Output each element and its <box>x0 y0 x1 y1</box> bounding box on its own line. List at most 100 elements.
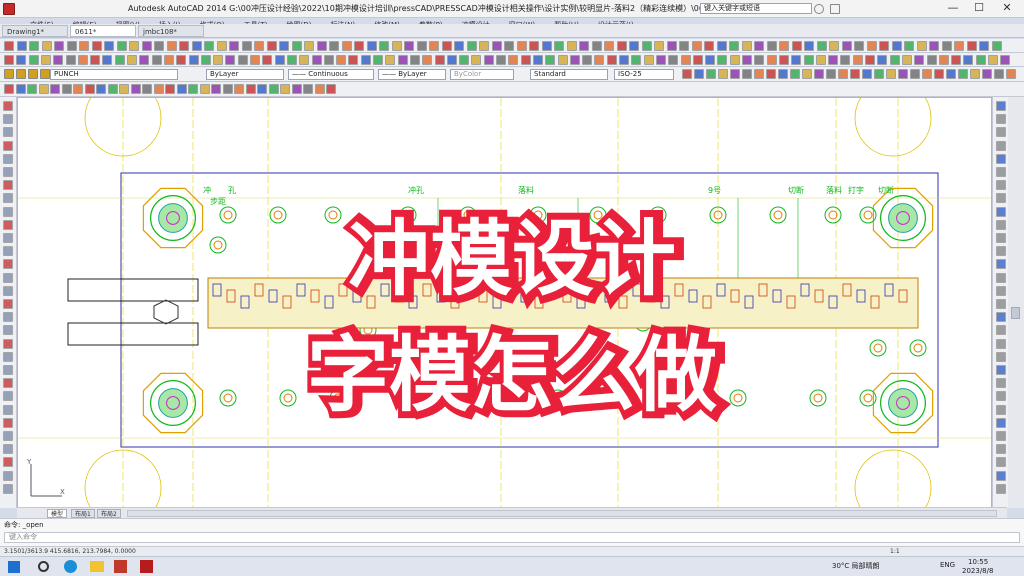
toolbar-tool-icon[interactable] <box>326 84 336 94</box>
side-tool-icon[interactable] <box>3 167 13 177</box>
toolbar-tool-icon[interactable] <box>582 55 593 65</box>
toolbar-tool-icon[interactable] <box>877 55 888 65</box>
toolbar-tool-icon[interactable] <box>838 69 848 79</box>
side-tool-icon[interactable] <box>996 167 1006 177</box>
toolbar-tool-icon[interactable] <box>96 84 106 94</box>
tab-model[interactable]: 模型 <box>47 509 68 518</box>
toolbar-tool-icon[interactable] <box>529 41 539 51</box>
toolbar-tool-icon[interactable] <box>1000 55 1011 65</box>
side-tool-icon[interactable] <box>996 470 1006 481</box>
side-tool-icon[interactable] <box>996 114 1006 125</box>
toolbar-tool-icon[interactable] <box>102 55 113 65</box>
toolbar-tool-icon[interactable] <box>176 84 187 94</box>
toolbar-tool-icon[interactable] <box>107 84 118 94</box>
side-tool-icon[interactable] <box>3 378 13 389</box>
layer-combo[interactable]: PUNCH <box>50 69 178 80</box>
toolbar-tool-icon[interactable] <box>323 55 334 65</box>
toolbar-tool-icon[interactable] <box>379 41 389 51</box>
lineweight-combo[interactable]: —— ByLayer <box>378 69 446 80</box>
toolbar-tool-icon[interactable] <box>262 55 273 65</box>
toolbar-tool-icon[interactable] <box>496 55 506 65</box>
toolbar-tool-icon[interactable] <box>27 84 37 94</box>
toolbar-tool-icon[interactable] <box>77 55 88 65</box>
toolbar-tool-icon[interactable] <box>216 41 227 51</box>
toolbar-tool-icon[interactable] <box>225 55 236 65</box>
toolbar-tool-icon[interactable] <box>280 84 290 94</box>
toolbar-tool-icon[interactable] <box>854 41 864 51</box>
toolbar-tool-icon[interactable] <box>154 41 164 51</box>
toolbar-tool-icon[interactable] <box>946 69 956 79</box>
tab-jmbc108[interactable]: jmbc108* <box>138 25 204 37</box>
linetype-combo[interactable]: —— Continuous <box>288 69 374 80</box>
layer-tool-icon[interactable] <box>16 69 26 79</box>
toolbar-tool-icon[interactable] <box>422 55 433 65</box>
toolbar-tool-icon[interactable] <box>886 69 896 79</box>
tab-layout1[interactable]: 布局1 <box>71 509 95 518</box>
toolbar-tool-icon[interactable] <box>706 69 716 79</box>
toolbar-tool-icon[interactable] <box>366 41 377 51</box>
minimize-button[interactable]: — <box>940 1 966 15</box>
toolbar-tool-icon[interactable] <box>979 41 989 51</box>
toolbar-tool-icon[interactable] <box>970 69 980 79</box>
side-tool-icon[interactable] <box>3 219 13 230</box>
side-tool-icon[interactable] <box>3 351 13 362</box>
toolbar-tool-icon[interactable] <box>717 55 728 65</box>
toolbar-tool-icon[interactable] <box>682 69 692 79</box>
toolbar-tool-icon[interactable] <box>966 41 977 51</box>
toolbar-tool-icon[interactable] <box>916 41 927 51</box>
toolbar-tool-icon[interactable] <box>828 55 839 65</box>
toolbar-tool-icon[interactable] <box>694 69 704 79</box>
horizontal-scrollbar[interactable] <box>127 510 997 517</box>
toolbar-tool-icon[interactable] <box>336 55 347 65</box>
toolbar-tool-icon[interactable] <box>866 41 877 51</box>
side-tool-icon[interactable] <box>3 431 13 441</box>
side-tool-icon[interactable] <box>996 457 1006 468</box>
layer-tool-icon[interactable] <box>4 69 14 79</box>
toolbar-tool-icon[interactable] <box>304 41 314 51</box>
toolbar-tool-icon[interactable] <box>341 41 352 51</box>
toolbar-tool-icon[interactable] <box>176 55 187 65</box>
toolbar-tool-icon[interactable] <box>629 41 639 51</box>
autocad-icon[interactable] <box>140 560 153 573</box>
toolbar-tool-icon[interactable] <box>4 55 14 65</box>
toolbar-tool-icon[interactable] <box>279 41 289 51</box>
toolbar-tool-icon[interactable] <box>454 41 464 51</box>
toolbar-tool-icon[interactable] <box>541 41 552 51</box>
toolbar-tool-icon[interactable] <box>41 41 52 51</box>
toolbar-tool-icon[interactable] <box>73 84 83 94</box>
toolbar-tool-icon[interactable] <box>391 41 402 51</box>
toolbar-tool-icon[interactable] <box>654 41 664 51</box>
side-tool-icon[interactable] <box>3 444 13 455</box>
side-tool-icon[interactable] <box>3 404 13 415</box>
toolbar-tool-icon[interactable] <box>179 41 189 51</box>
toolbar-tool-icon[interactable] <box>716 41 727 51</box>
side-tool-icon[interactable] <box>3 246 13 257</box>
toolbar-tool-icon[interactable] <box>466 41 477 51</box>
toolbar-tool-icon[interactable] <box>606 55 617 65</box>
language-indicator[interactable]: ENG <box>940 561 955 569</box>
weather-widget[interactable]: 30°C 局部晴朗 <box>832 561 880 571</box>
layer-tool-icon[interactable] <box>40 69 50 79</box>
toolbar-tool-icon[interactable] <box>4 84 14 94</box>
side-tool-icon[interactable] <box>996 272 1006 283</box>
toolbar-tool-icon[interactable] <box>691 41 702 51</box>
toolbar-tool-icon[interactable] <box>840 55 851 65</box>
toolbar-tool-icon[interactable] <box>754 41 764 51</box>
toolbar-tool-icon[interactable] <box>200 55 211 65</box>
side-tool-icon[interactable] <box>996 417 1006 428</box>
toolbar-tool-icon[interactable] <box>491 41 502 51</box>
toolbar-tool-icon[interactable] <box>591 41 602 51</box>
toolbar-tool-icon[interactable] <box>16 55 27 65</box>
toolbar-tool-icon[interactable] <box>679 41 689 51</box>
toolbar-tool-icon[interactable] <box>104 41 114 51</box>
toolbar-tool-icon[interactable] <box>153 84 164 94</box>
toolbar-tool-icon[interactable] <box>166 41 177 51</box>
toolbar-tool-icon[interactable] <box>619 55 629 65</box>
dimstyle-combo[interactable]: ISO-25 <box>614 69 674 80</box>
toolbar-tool-icon[interactable] <box>66 41 77 51</box>
toolbar-tool-icon[interactable] <box>852 55 863 65</box>
side-tool-icon[interactable] <box>3 153 13 164</box>
command-line[interactable]: 命令: _open 键入命令 <box>0 518 1024 546</box>
toolbar-tool-icon[interactable] <box>766 55 777 65</box>
side-tool-icon[interactable] <box>996 180 1006 191</box>
